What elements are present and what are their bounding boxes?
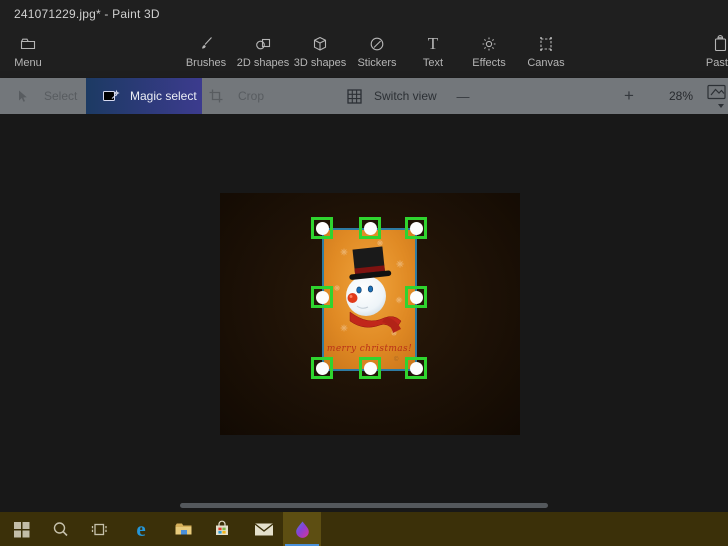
selection-handle-e[interactable] [405,286,427,308]
mail-button[interactable] [245,512,283,546]
mail-envelope-icon [254,522,274,535]
effects-label: Effects [472,57,506,69]
crop-label: Crop [238,89,265,103]
edge-browser-button[interactable]: e [122,512,160,546]
handle-dot [363,221,377,235]
stickers-label: Stickers [357,57,397,69]
crop-button[interactable]: Crop [208,78,264,114]
brush-icon [197,33,215,55]
zoom-in-button[interactable]: + [618,78,640,114]
toolbar-item-text[interactable]: T Text [401,33,465,75]
handle-dot [363,361,377,375]
paste-label: Paste [705,57,728,69]
card-copyright-mark: © [394,356,399,363]
fit-to-view-caret-icon [718,104,724,108]
toolbar-item-brushes[interactable]: Brushes [174,33,238,75]
sticker-icon [368,33,386,55]
toolbar-item-canvas[interactable]: Canvas [514,33,578,75]
horizontal-scrollbar[interactable] [180,503,548,508]
file-explorer-icon [175,523,191,535]
toolbar-item-paste[interactable]: Paste [688,33,728,75]
zoom-in-plus-glyph: + [624,86,634,105]
magic-select-button[interactable]: Magic select [86,78,202,114]
3d-shapes-label: 3D shapes [293,57,347,69]
selection-ribbon: Select Magic select Crop Switch view — +… [0,78,728,183]
switch-view-button[interactable]: Switch view [346,78,437,114]
toolbar-item-3d-shapes[interactable]: 3D shapes [288,33,352,75]
taskbar-search-button[interactable] [41,512,79,546]
select-button[interactable]: Select [14,78,77,114]
store-button[interactable] [203,512,241,546]
toolbar-item-effects[interactable]: Effects [457,33,521,75]
handle-dot [409,361,423,375]
magic-select-label: Magic select [130,89,197,103]
zoom-out-button[interactable]: — [452,78,474,114]
selection-handle-w[interactable] [311,286,333,308]
selection-handle-sw[interactable] [311,357,333,379]
handle-dot [315,361,329,375]
canvas-icon [537,33,555,55]
zoom-percent-value: 28% [668,89,694,103]
file-explorer-button[interactable] [164,512,202,546]
menu-button[interactable]: Menu [0,33,60,75]
card-greeting-text: merry christmas! [327,344,412,354]
toolbar-item-stickers[interactable]: Stickers [345,33,409,75]
menu-label: Menu [14,57,42,69]
selection-handle-n[interactable] [359,217,381,239]
selection-region: merry christmas! © [322,228,417,371]
handle-dot [315,290,329,304]
task-view-icon [91,523,107,535]
menu-folder-icon [19,33,37,55]
task-view-button[interactable] [80,512,118,546]
taskbar: e Healthy Living [0,512,728,546]
windows-logo-icon [13,521,29,537]
paint3d-window: 241071229.jpg* - Paint 3D Menu Brushes 2… [0,0,728,546]
toolbar-item-2d-shapes[interactable]: 2D shapes [231,33,295,75]
select-label: Select [44,89,78,103]
main-toolbar: Menu Brushes 2D shapes 3D shapes Sticker [0,28,728,78]
selection-handle-ne[interactable] [405,217,427,239]
brushes-label: Brushes [185,57,227,69]
window-title: 241071229.jpg* - Paint 3D [14,7,160,21]
2d-shapes-label: 2D shapes [236,57,290,69]
handle-dot [409,290,423,304]
selection-handle-se[interactable] [405,357,427,379]
selection-handle-s[interactable] [359,357,381,379]
search-icon [53,521,68,536]
edge-icon: e [136,516,146,541]
start-button[interactable] [2,512,40,546]
christmas-card-image: merry christmas! © [324,230,415,369]
switch-view-label: Switch view [374,89,437,103]
handle-dot [409,221,423,235]
canvas-label: Canvas [527,57,565,69]
fit-to-view-button[interactable] [705,84,727,110]
effects-sun-icon [480,33,498,55]
2d-shapes-icon [254,33,273,55]
zoom-out-minus-glyph: — [456,88,470,104]
3d-cube-icon [311,33,329,55]
paste-clipboard-icon [711,33,728,55]
store-icon [216,520,228,535]
text-label: Text [422,57,444,69]
text-icon: T [427,34,439,53]
paint-3d-taskbar-button[interactable] [283,512,321,546]
title-bar: 241071229.jpg* - Paint 3D [0,0,728,28]
selection-handle-nw[interactable] [311,217,333,239]
paint-3d-icon [295,521,309,538]
handle-dot [315,221,329,235]
